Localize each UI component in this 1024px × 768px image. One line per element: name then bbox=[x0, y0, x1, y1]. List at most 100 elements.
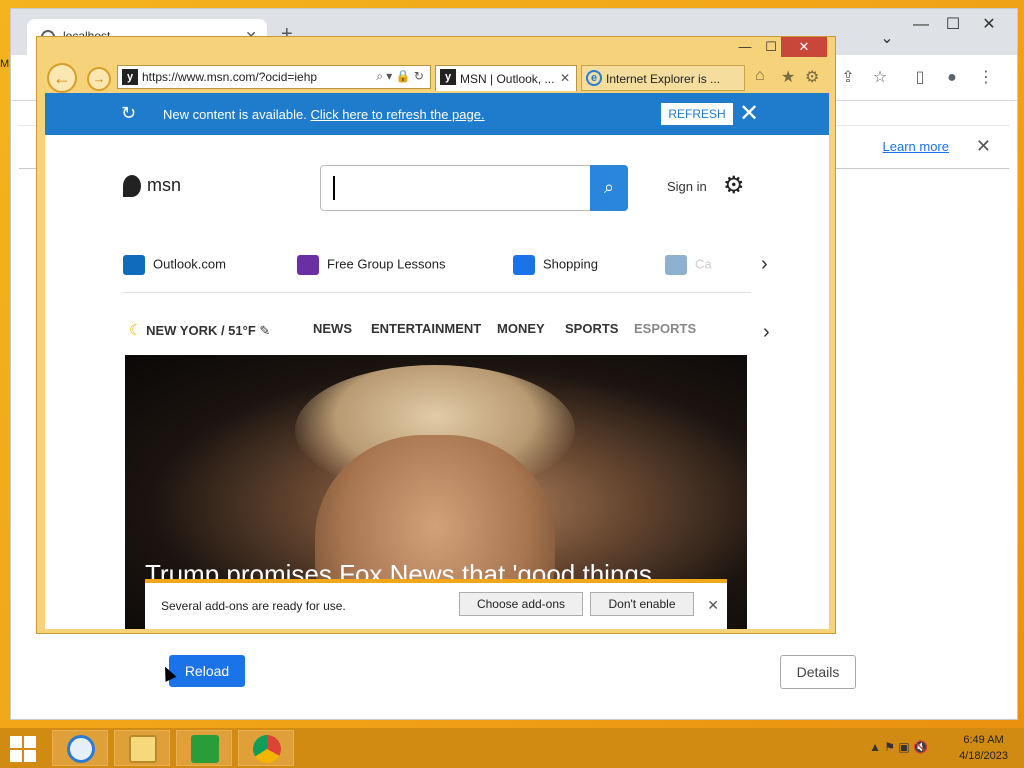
outlook-icon bbox=[123, 255, 145, 275]
msn-category-nav: ☾ NEW YORK / 51°F ✎ NEWS ENTERTAINMENT M… bbox=[123, 315, 763, 345]
ie-window: — ☐ ✕ ← → y https://www.msn.com/?ocid=ie… bbox=[36, 36, 836, 634]
search-input[interactable]: ⌕ bbox=[320, 165, 628, 211]
minimize-icon[interactable]: — bbox=[905, 13, 937, 37]
quicklink-cars[interactable]: Ca bbox=[665, 255, 712, 275]
chevron-down-icon[interactable]: ⌄ bbox=[871, 27, 903, 51]
quicklink-label: Free Group Lessons bbox=[327, 256, 446, 272]
msn-logo[interactable]: msn bbox=[123, 175, 182, 198]
sign-in-link[interactable]: Sign in bbox=[667, 179, 707, 194]
edit-pencil-icon[interactable]: ✎ bbox=[259, 323, 270, 338]
close-window-icon[interactable]: ✕ bbox=[973, 13, 1005, 37]
side-panel-icon[interactable]: ▯ bbox=[909, 67, 931, 89]
close-icon[interactable]: ✕ bbox=[739, 99, 759, 128]
learn-more-link[interactable]: Learn more bbox=[883, 139, 949, 154]
quicklink-label: Ca bbox=[695, 256, 712, 272]
taskbar-chrome[interactable] bbox=[238, 730, 294, 766]
page-viewport: ↻ New content is available. Click here t… bbox=[45, 93, 829, 629]
msn-favicon-icon: y bbox=[122, 69, 138, 85]
clock-date: 4/18/2023 bbox=[959, 750, 1008, 762]
search-icon[interactable]: ⌕ bbox=[590, 165, 628, 211]
address-bar-icons[interactable]: ⌕ ▾ 🔒 ↻ bbox=[376, 69, 424, 84]
address-bar[interactable]: y https://www.msn.com/?ocid=iehp ⌕ ▾ 🔒 ↻ bbox=[117, 65, 431, 89]
minimize-icon[interactable]: — bbox=[733, 37, 757, 57]
addons-message: Several add-ons are ready for use. bbox=[161, 599, 346, 613]
taskbar: ▲ ⚑ ▣ 🔇 6:49 AM 4/18/2023 bbox=[0, 728, 1024, 768]
store-icon bbox=[191, 735, 219, 763]
taskbar-store[interactable] bbox=[176, 730, 232, 766]
taskbar-file-explorer[interactable] bbox=[114, 730, 170, 766]
system-tray[interactable]: ▲ ⚑ ▣ 🔇 bbox=[869, 740, 928, 754]
windows-logo-icon bbox=[10, 750, 22, 762]
clock[interactable]: 6:49 AM 4/18/2023 bbox=[959, 732, 1008, 764]
forward-icon[interactable]: → bbox=[87, 67, 111, 91]
profile-icon[interactable]: ● bbox=[941, 67, 963, 89]
quick-links: Outlook.com Free Group Lessons Shopping … bbox=[123, 249, 751, 293]
refresh-page-link[interactable]: Click here to refresh the page. bbox=[310, 107, 484, 122]
menu-icon[interactable]: ⋮ bbox=[975, 67, 997, 89]
taskbar-internet-explorer[interactable] bbox=[52, 730, 108, 766]
quicklink-label: Shopping bbox=[543, 256, 598, 272]
folder-icon bbox=[129, 735, 157, 763]
reload-button[interactable]: Reload bbox=[169, 655, 245, 687]
notice-text: New content is available. Click here to … bbox=[163, 107, 485, 122]
favorites-star-icon[interactable]: ★ bbox=[781, 67, 795, 87]
chrome-icon bbox=[253, 735, 281, 763]
choose-addons-button[interactable]: Choose add-ons bbox=[459, 592, 583, 616]
weather-text: NEW YORK / 51°F bbox=[146, 323, 256, 338]
nav-entertainment[interactable]: ENTERTAINMENT bbox=[371, 321, 481, 336]
refresh-button[interactable]: REFRESH bbox=[661, 103, 733, 125]
chevron-right-icon[interactable]: › bbox=[761, 253, 768, 276]
close-window-icon[interactable]: ✕ bbox=[781, 37, 827, 57]
cart-icon bbox=[513, 255, 535, 275]
car-icon bbox=[665, 255, 687, 275]
dont-enable-button[interactable]: Don't enable bbox=[590, 592, 694, 616]
star-icon[interactable]: ☆ bbox=[869, 67, 891, 89]
windows-logo-icon bbox=[24, 750, 36, 762]
windows-logo-icon bbox=[10, 736, 22, 748]
quicklink-shopping[interactable]: Shopping bbox=[513, 255, 598, 275]
msn-logo-text: msn bbox=[147, 175, 182, 195]
moon-icon: ☾ bbox=[129, 322, 143, 339]
quicklink-lessons[interactable]: Free Group Lessons bbox=[297, 255, 446, 275]
nav-esports[interactable]: ESPORTS bbox=[634, 321, 696, 336]
maximize-icon[interactable]: ☐ bbox=[937, 13, 969, 37]
back-icon[interactable]: ← bbox=[47, 63, 77, 93]
address-url: https://www.msn.com/?ocid=iehp bbox=[142, 70, 318, 84]
details-button[interactable]: Details bbox=[780, 655, 856, 689]
settings-gear-icon[interactable]: ⚙ bbox=[723, 171, 745, 200]
ie-navigation-bar: ← → y https://www.msn.com/?ocid=iehp ⌕ ▾… bbox=[37, 59, 835, 95]
ie-tab-label: MSN | Outlook, ... bbox=[460, 72, 555, 86]
ie-logo-icon: e bbox=[586, 70, 602, 86]
quicklink-label: Outlook.com bbox=[153, 256, 226, 272]
chevron-right-icon[interactable]: › bbox=[763, 321, 770, 344]
msn-butterfly-icon bbox=[123, 175, 141, 198]
clock-time: 6:49 AM bbox=[963, 734, 1004, 746]
maximize-icon[interactable]: ☐ bbox=[759, 37, 783, 57]
text-caret bbox=[333, 176, 335, 200]
close-icon[interactable]: ✕ bbox=[707, 597, 719, 614]
refresh-icon: ↻ bbox=[121, 103, 137, 123]
nav-news[interactable]: NEWS bbox=[313, 321, 352, 336]
windows-logo-icon bbox=[24, 736, 36, 748]
close-icon[interactable]: ✕ bbox=[976, 136, 991, 157]
addons-notification-bar: Several add-ons are ready for use. Choos… bbox=[145, 579, 727, 629]
nav-money[interactable]: MONEY bbox=[497, 321, 545, 336]
home-icon[interactable]: ⌂ bbox=[755, 67, 765, 85]
ie-tab-label: Internet Explorer is ... bbox=[606, 72, 721, 86]
nav-sports[interactable]: SPORTS bbox=[565, 321, 618, 336]
quicklink-outlook[interactable]: Outlook.com bbox=[123, 255, 226, 275]
content-notice-bar: ↻ New content is available. Click here t… bbox=[45, 93, 829, 135]
ie-tab-ie-notice[interactable]: e Internet Explorer is ... bbox=[581, 65, 745, 91]
start-button[interactable] bbox=[10, 736, 36, 762]
notice-message: New content is available. bbox=[163, 107, 307, 122]
desktop-side-text: M bbox=[0, 58, 10, 70]
ie-titlebar: — ☐ ✕ bbox=[37, 37, 835, 57]
share-icon[interactable]: ⇪ bbox=[837, 67, 859, 89]
gear-icon[interactable]: ⚙ bbox=[805, 67, 819, 87]
ie-logo-icon bbox=[67, 735, 95, 763]
ie-tab-msn[interactable]: y MSN | Outlook, ... ✕ bbox=[435, 65, 577, 91]
msn-favicon-icon: y bbox=[440, 69, 456, 85]
graduation-cap-icon bbox=[297, 255, 319, 275]
weather-item[interactable]: ☾ NEW YORK / 51°F ✎ bbox=[129, 321, 270, 339]
close-icon[interactable]: ✕ bbox=[560, 71, 570, 85]
